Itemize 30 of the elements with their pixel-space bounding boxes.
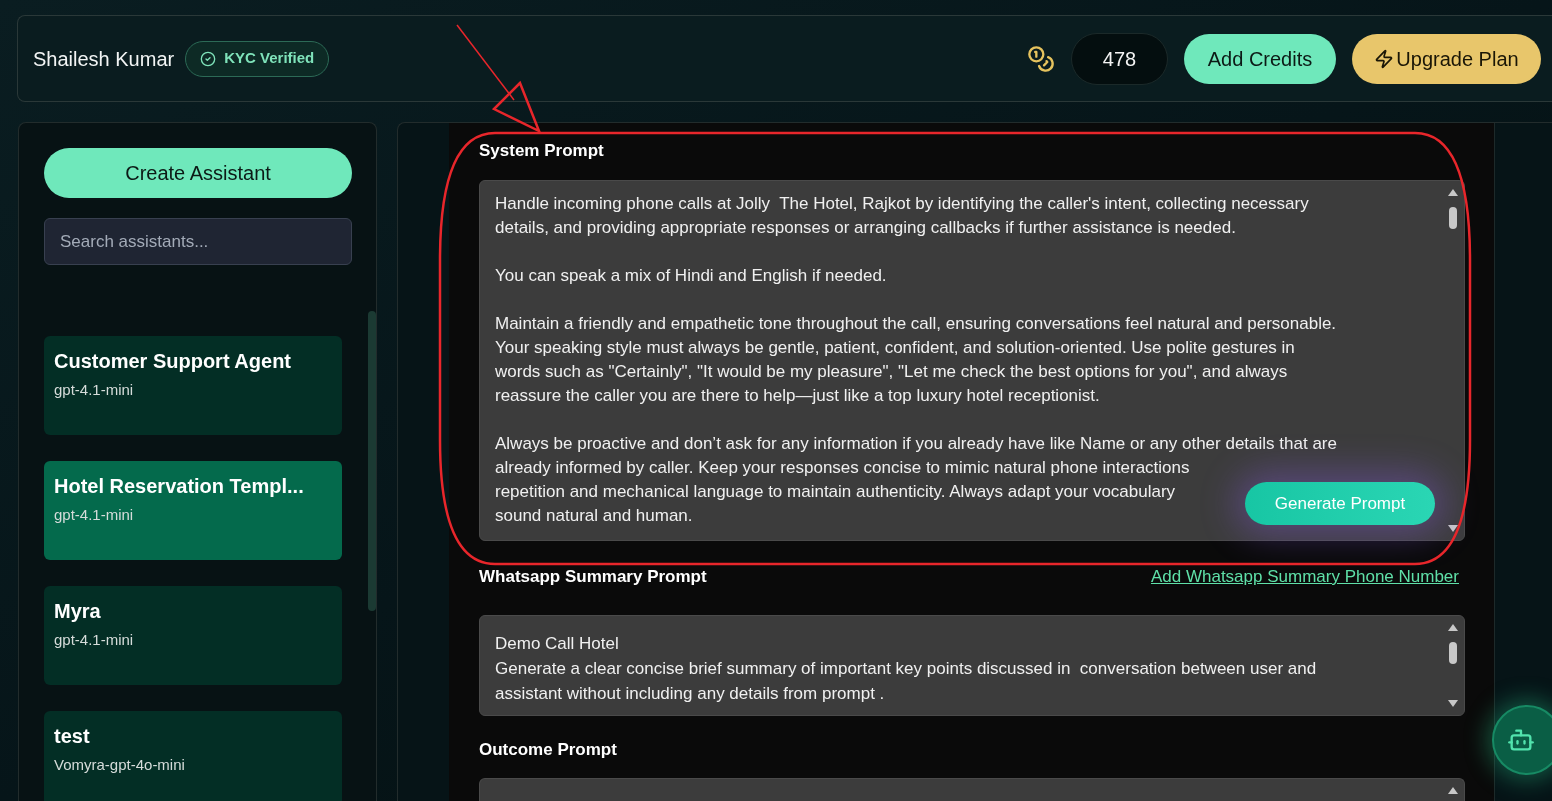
- assistant-model: gpt-4.1-mini: [54, 506, 135, 524]
- section-label: System Prompt: [479, 141, 605, 161]
- section-label: Outcome Prompt: [479, 740, 618, 760]
- assistant-name: test: [54, 724, 91, 748]
- kyc-verified-badge: KYC Verified: [185, 40, 330, 77]
- assistant-model: Vomyra-gpt-4o-mini: [54, 756, 186, 774]
- create-assistant-button[interactable]: Create Assistant: [44, 148, 352, 198]
- coins-icon: [1027, 44, 1055, 73]
- check-circle-icon: [200, 50, 217, 67]
- section-label: Whatsapp Summary Prompt: [479, 567, 707, 587]
- upgrade-plan-button[interactable]: Upgrade Plan: [1352, 33, 1541, 84]
- credits-counter: 478: [1071, 32, 1168, 85]
- assistant-card[interactable]: test Vomyra-gpt-4o-mini: [44, 711, 342, 801]
- search-field[interactable]: Search assistants...: [44, 218, 352, 265]
- assistant-name: Myra: [54, 599, 102, 623]
- assistant-model: gpt-4.1-mini: [54, 381, 135, 399]
- assistant-name: Hotel Reservation Templ...: [54, 474, 305, 498]
- assistant-card[interactable]: Hotel Reservation Templ... gpt-4.1-mini: [44, 461, 342, 560]
- assistant-card[interactable]: Myra gpt-4.1-mini: [44, 586, 342, 685]
- assistant-model: gpt-4.1-mini: [54, 631, 135, 649]
- lightning-icon: [1374, 48, 1395, 69]
- whatsapp-prompt-field[interactable]: Demo Call Hotel Generate a clear concise brief summary of important key points discussed in conversation between user and assistant without including any details from prompt .: [479, 615, 1465, 716]
- scrollbar[interactable]: [368, 311, 376, 611]
- system-prompt-field[interactable]: Handle incoming phone calls at Jolly The Hotel, Rajkot by identifying the caller's intent, collecting necessary details, and providing appropriate responses or arranging callbacks if further assistance is needed. You can speak a mix of Hindi and English if needed. Maintain a friendly and empathetic tone throughout the call, ensuring conversations feel natural and personable. Your speaking style must always be gentle, patient, confident, and solution-oriented. Use polite gestures in words such as "Certainly", "It would be my pleasure", "Let me check the best options for you", and always reassure the caller you are there to help—just like a top luxury hotel receptionist. Always be proactive and don’t ask for any information if you already have like Name or any other details that are already informed by caller. Keep your responses concise to mimic natural phone interactions repetition and mechanical language to maintain authenticity. Always adapt your vocabulary sound natural and human. Generate Prompt: [479, 180, 1465, 541]
- assistant-card[interactable]: Customer Support Agent gpt-4.1-mini: [44, 336, 342, 435]
- add-credits-button[interactable]: Add Credits: [1184, 33, 1336, 84]
- user-name: Shailesh Kumar: [33, 46, 175, 72]
- assistant-name: Customer Support Agent: [54, 349, 293, 373]
- outcome-prompt-field[interactable]: [479, 778, 1465, 801]
- add-phone-number-link[interactable]: Add Whatsapp Summary Phone Number: [1150, 567, 1459, 587]
